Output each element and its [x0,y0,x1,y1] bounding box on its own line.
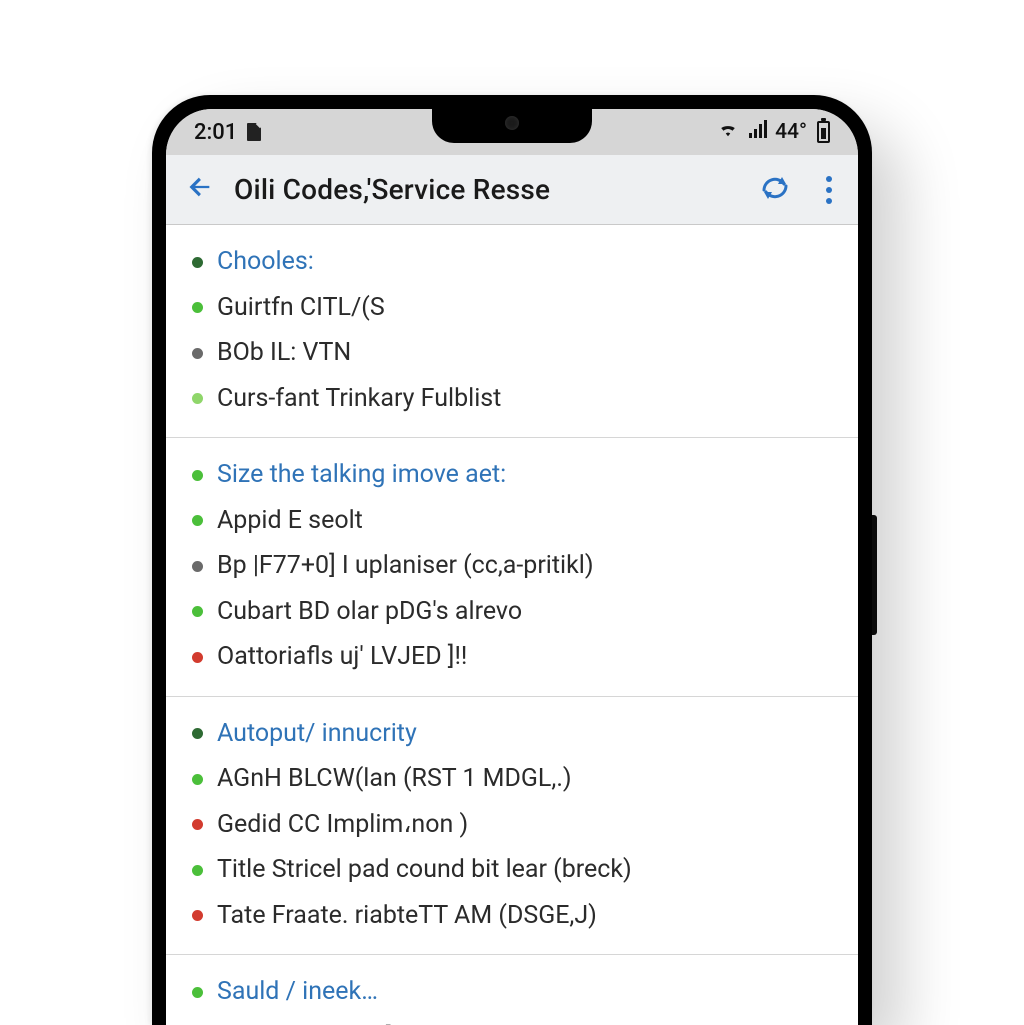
status-dot-icon [192,393,203,404]
status-dot-icon [192,819,203,830]
status-dot-icon [192,348,203,359]
status-dot-icon [192,987,203,998]
list-item-label: Gedid CC Implim،non ) [217,806,832,844]
app-bar: Oili Codes,'Service Resse [166,155,858,225]
page-title: Oili Codes,'Service Resse [234,173,732,206]
list-item-label: Tate Fraate. riabteTT AM (DSGE,J) [217,897,832,935]
screen: 2:01 44° Oil [166,109,858,1025]
status-dot-icon [192,561,203,572]
list-item-label: Oattoriafls uj' LVJED ]!! [217,638,832,676]
back-button[interactable] [180,169,220,211]
list-group: Sauld / ineek…MTI-Flal LGrkit [:VAPzADnf… [166,955,858,1025]
status-bar-right: 44° [717,120,830,144]
list-item[interactable]: Tate Fraate. riabteTT AM (DSGE,J) [166,893,858,939]
list-item[interactable]: Bp |F77+0] I uplaniser (cc,a-pritikl) [166,543,858,589]
status-dot-icon [192,470,203,481]
group-header-label: Chooles: [217,243,832,281]
list-item[interactable]: Gedid CC Implim،non ) [166,802,858,848]
status-dot-icon [192,728,203,739]
power-button [872,515,877,635]
more-button[interactable] [818,170,840,210]
group-header[interactable]: Size the talking imove aet: [166,452,858,498]
list-item-label: MTI-Flal LGrkit [:VAPz [217,1019,832,1025]
status-dot-icon [192,515,203,526]
wifi-icon [717,120,739,144]
status-dot-icon [192,910,203,921]
list-item[interactable]: Appid E seolt [166,498,858,544]
list-item[interactable]: BOb IL: VTN [166,330,858,376]
list-item[interactable]: Title Stricel pad cound bit lear (breck) [166,847,858,893]
status-dot-icon [192,606,203,617]
status-dot-icon [192,774,203,785]
list-item-label: Curs-fant Trinkary Fulblist [217,380,832,418]
status-time: 2:01 [194,120,237,145]
group-header[interactable]: Autoput/ innucrity [166,711,858,757]
list-item-label: BOb IL: VTN [217,334,832,372]
list-item[interactable]: Curs-fant Trinkary Fulblist [166,376,858,422]
sync-button[interactable] [746,172,804,208]
list-item-label: Guirtfn CITL/(S [217,289,832,327]
list-item[interactable]: Oattoriafls uj' LVJED ]!! [166,634,858,680]
group-header-label: Sauld / ineek… [217,973,832,1011]
sim-icon [247,123,261,141]
content-list[interactable]: Chooles: Guirtfn CITL/(S BOb IL: VTN Curs-f… [166,225,858,1025]
list-group: Autoput/ innucrity AGnH BLCW(lan (RST 1 M… [166,697,858,956]
phone-frame: 2:01 44° Oil [152,95,872,1025]
group-header-label: Size the talking imove aet: [217,456,832,494]
group-header-label: Autoput/ innucrity [217,715,832,753]
notch [432,109,592,143]
list-group: Size the talking imove aet: Appid E seolt… [166,438,858,697]
status-bar-left: 2:01 [194,120,261,145]
battery-text: 44° [775,120,807,144]
status-dot-icon [192,652,203,663]
group-header[interactable]: Chooles: [166,239,858,285]
list-item[interactable]: MTI-Flal LGrkit [:VAPz [166,1015,858,1025]
list-group: Chooles: Guirtfn CITL/(S BOb IL: VTN Curs-f… [166,225,858,438]
list-item-label: Bp |F77+0] I uplaniser (cc,a-pritikl) [217,547,832,585]
list-item-label: AGnH BLCW(lan (RST 1 MDGL,.) [217,760,832,798]
status-dot-icon [192,302,203,313]
list-item-label: Appid E seolt [217,502,832,540]
list-item[interactable]: AGnH BLCW(lan (RST 1 MDGL,.) [166,756,858,802]
front-camera [505,116,519,130]
group-header[interactable]: Sauld / ineek… [166,969,858,1015]
list-item[interactable]: Guirtfn CITL/(S [166,285,858,331]
battery-icon [817,121,830,143]
list-item[interactable]: Cubart BD olar pDG's alrevo [166,589,858,635]
list-item-label: Title Stricel pad cound bit lear (breck) [217,851,832,889]
list-item-label: Cubart BD olar pDG's alrevo [217,593,832,631]
status-dot-icon [192,865,203,876]
status-dot-icon [192,257,203,268]
signal-icon [747,120,767,144]
